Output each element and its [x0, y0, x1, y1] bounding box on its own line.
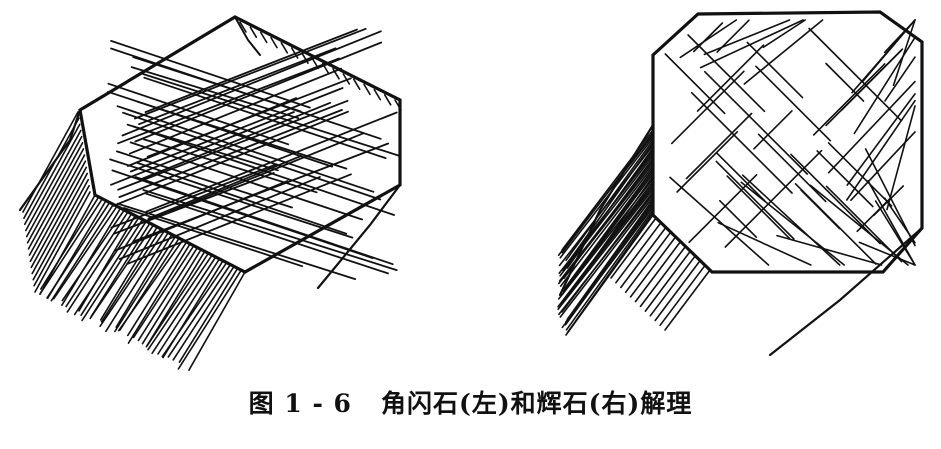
cleavage-line	[688, 174, 758, 244]
cleavage-line	[740, 181, 846, 266]
hatch-line	[46, 201, 111, 299]
hatch-line	[639, 245, 687, 308]
hatch-line	[26, 142, 84, 244]
cleavage-line	[676, 131, 739, 193]
cleavage-line	[827, 80, 916, 174]
cleavage-line	[724, 149, 823, 248]
cleavage-line	[808, 27, 902, 122]
hatch-line	[147, 254, 213, 351]
cleavage-line	[846, 93, 916, 186]
hatch-line	[39, 198, 104, 295]
pyroxene-crystal	[557, 10, 924, 357]
hatch-line	[629, 236, 677, 298]
hatch-line	[188, 271, 246, 372]
cleavage-line	[757, 133, 827, 203]
hatch-line	[654, 259, 702, 322]
hatch-line	[664, 269, 711, 331]
pyroxene-top-face-cleavage	[664, 19, 916, 266]
cleavage-line	[753, 110, 793, 150]
hatch-line	[65, 211, 129, 308]
pyroxene-side-hatching	[557, 129, 711, 336]
amphibole-crystal	[18, 15, 402, 372]
pyroxene-edge-lower-right	[768, 226, 924, 357]
cleavage-line	[827, 142, 893, 207]
hatch-line	[649, 255, 697, 317]
cleavage-line	[692, 22, 724, 53]
cleavage-line	[685, 112, 753, 180]
figure-caption: 图 1 - 6 角闪石(左)和辉石(右)解理	[248, 389, 693, 418]
cleavage-line	[703, 19, 791, 56]
cleavage-figure	[18, 10, 924, 372]
hatch-line	[90, 222, 151, 318]
cleavage-line	[715, 152, 766, 202]
cleavage-line	[679, 19, 738, 59]
cleavage-line	[825, 62, 865, 102]
cleavage-line	[840, 49, 903, 111]
hatch-line	[178, 267, 239, 364]
cleavage-line	[717, 221, 812, 266]
cleavage-line	[762, 19, 807, 49]
cleavage-line	[746, 41, 804, 99]
cleavage-line	[776, 234, 883, 266]
cleavage-line	[699, 19, 804, 69]
cleavage-line	[726, 175, 791, 240]
hatch-line	[644, 250, 692, 312]
cleavage-line	[845, 99, 916, 201]
hatch-line	[29, 160, 87, 263]
hatch-line	[634, 240, 682, 303]
hatch-line	[659, 264, 706, 327]
